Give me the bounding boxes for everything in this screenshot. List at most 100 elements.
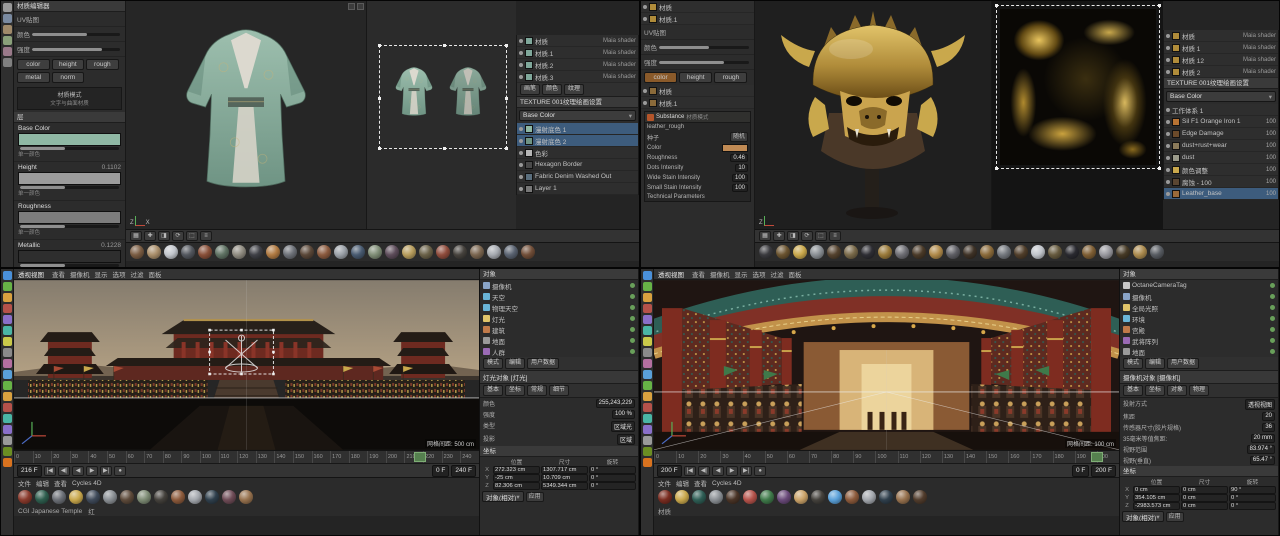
material-sphere[interactable] [69, 490, 83, 504]
transport-button[interactable]: ● [754, 465, 767, 476]
material-sphere[interactable] [487, 245, 501, 259]
material-sphere[interactable] [1150, 245, 1164, 259]
layer-visibility-dot[interactable] [519, 174, 523, 179]
tool-icon[interactable] [2, 304, 12, 313]
attribute-mode-tab[interactable]: 编辑 [1145, 358, 1166, 369]
range-end-box[interactable]: 200 F [1091, 464, 1116, 477]
visibility-dot[interactable] [1166, 33, 1170, 38]
tool-icon[interactable] [642, 414, 652, 423]
viewport-menu-item[interactable]: 过滤 [131, 269, 144, 279]
material-sphere[interactable] [1014, 245, 1028, 259]
material-sphere[interactable] [777, 490, 791, 504]
tool-icon[interactable] [642, 337, 652, 346]
tool-icon[interactable] [642, 304, 652, 313]
selection-handle[interactable] [505, 44, 508, 47]
viewport-menu-item[interactable]: 显示 [735, 269, 748, 279]
layer-visibility-dot[interactable] [519, 138, 523, 143]
viewport-menu-item[interactable]: 查看 [52, 269, 65, 279]
channel-button[interactable]: rough [86, 59, 119, 70]
object-enabled-dot[interactable] [630, 327, 635, 332]
object-row[interactable]: 物理天空 [480, 302, 638, 313]
object-enabled-dot[interactable] [1270, 338, 1275, 343]
channel-value[interactable]: 0.1102 [102, 164, 121, 171]
shelf-icon-button[interactable]: ≡ [200, 231, 212, 241]
paint-layer-row[interactable]: Leather_base 100 [1164, 188, 1278, 200]
viewport-menu-item[interactable]: 过滤 [771, 269, 784, 279]
selection-box[interactable] [378, 44, 508, 150]
tool-icon[interactable] [642, 381, 652, 390]
range-start-box[interactable]: 0 F [1071, 464, 1090, 477]
apply-button[interactable]: 应用 [1165, 511, 1184, 522]
material-sphere[interactable] [147, 245, 161, 259]
visibility-dot[interactable] [519, 62, 523, 67]
material-sphere[interactable] [385, 245, 399, 259]
object-row[interactable]: 宫殿 [1120, 324, 1278, 335]
shelf-icon-button[interactable]: ✚ [144, 231, 156, 241]
attribute-mode-tab[interactable]: 用户数据 [527, 358, 560, 369]
selection-handle[interactable] [378, 147, 381, 150]
gold-texture-preview[interactable] [994, 4, 1161, 170]
layer-visibility-dot[interactable] [519, 150, 523, 155]
object-row[interactable]: OctaneCameraTag [1120, 280, 1278, 291]
param-value[interactable]: 100 [731, 184, 748, 192]
attribute-tab[interactable]: 对象 [1167, 385, 1188, 396]
attribute-mode-tab[interactable]: 模式 [1123, 358, 1144, 369]
material-sphere[interactable] [929, 245, 943, 259]
channel-button[interactable]: rough [714, 72, 748, 83]
transport-button[interactable]: ▶ [726, 465, 738, 476]
rotation-value[interactable]: 0 ° [589, 466, 636, 474]
channel-button[interactable]: height [679, 72, 713, 83]
material-sphere[interactable] [692, 490, 706, 504]
material-sphere[interactable] [470, 245, 484, 259]
channel-swatch-block[interactable]: Metallic0.1228 单一颜色 [14, 240, 125, 267]
material-sphere[interactable] [862, 490, 876, 504]
shelf-icon-button[interactable]: ⟳ [172, 231, 184, 241]
tool-icon[interactable] [2, 414, 12, 423]
layer-opacity[interactable]: 100 [1266, 179, 1276, 185]
visibility-dot[interactable] [1166, 69, 1170, 74]
attribute-value[interactable]: 区域 [616, 434, 635, 445]
tool-icon[interactable] [642, 436, 652, 445]
channel-color-swatch[interactable] [18, 211, 121, 224]
viewport-menu-item[interactable]: 面板 [149, 269, 162, 279]
range-start-box[interactable]: 0 F [431, 464, 450, 477]
object-enabled-dot[interactable] [630, 305, 635, 310]
size-value[interactable]: 1307.717 cm [541, 466, 588, 474]
material-sphere[interactable] [103, 490, 117, 504]
coords-mode-dropdown[interactable]: 对象(相对) ▾ [482, 491, 524, 502]
selection-handle[interactable] [1157, 167, 1161, 170]
material-sphere[interactable] [793, 245, 807, 259]
material-sphere[interactable] [198, 245, 212, 259]
object-row[interactable]: 地面 [1120, 346, 1278, 357]
material-sphere[interactable] [205, 490, 219, 504]
material-sphere[interactable] [188, 490, 202, 504]
layer-visibility-dot[interactable] [1166, 131, 1170, 136]
attribute-value[interactable]: 36 [1262, 423, 1275, 432]
layer-visibility-dot[interactable] [1166, 191, 1170, 196]
material-sphere[interactable] [1031, 245, 1045, 259]
object-row[interactable]: 灯光 [480, 313, 638, 324]
tool-icon[interactable] [642, 403, 652, 412]
material-sphere[interactable] [980, 245, 994, 259]
attribute-value[interactable]: 透视视图 [1244, 399, 1275, 410]
tool-icon[interactable] [2, 458, 12, 467]
transport-button[interactable]: ▶| [740, 465, 753, 476]
transport-button[interactable]: ◀| [697, 465, 710, 476]
material-sphere[interactable] [154, 490, 168, 504]
object-enabled-dot[interactable] [630, 338, 635, 343]
visibility-dot[interactable] [643, 16, 647, 21]
material-sphere[interactable] [181, 245, 195, 259]
material-sphere[interactable] [300, 245, 314, 259]
paint-channel-dropdown[interactable]: Base Color ▾ [519, 110, 636, 121]
transport-button[interactable]: ◀ [72, 465, 84, 476]
viewport-helmet-3d[interactable]: Z [755, 1, 991, 229]
transport-button[interactable]: ◀ [712, 465, 724, 476]
material-sphere[interactable] [675, 490, 689, 504]
paint-layer-row[interactable]: dust+rust+wear 100 [1164, 140, 1278, 152]
texture-layer-row[interactable]: 漫射底色 2 [517, 135, 638, 147]
object-row[interactable]: 人群 [480, 346, 638, 357]
tool-icon[interactable] [642, 348, 652, 357]
panel-tab[interactable]: 纹理 [564, 84, 585, 95]
material-sphere[interactable] [760, 490, 774, 504]
material-mode-box[interactable]: 材质模式 文字与曲面材质 [17, 87, 122, 110]
